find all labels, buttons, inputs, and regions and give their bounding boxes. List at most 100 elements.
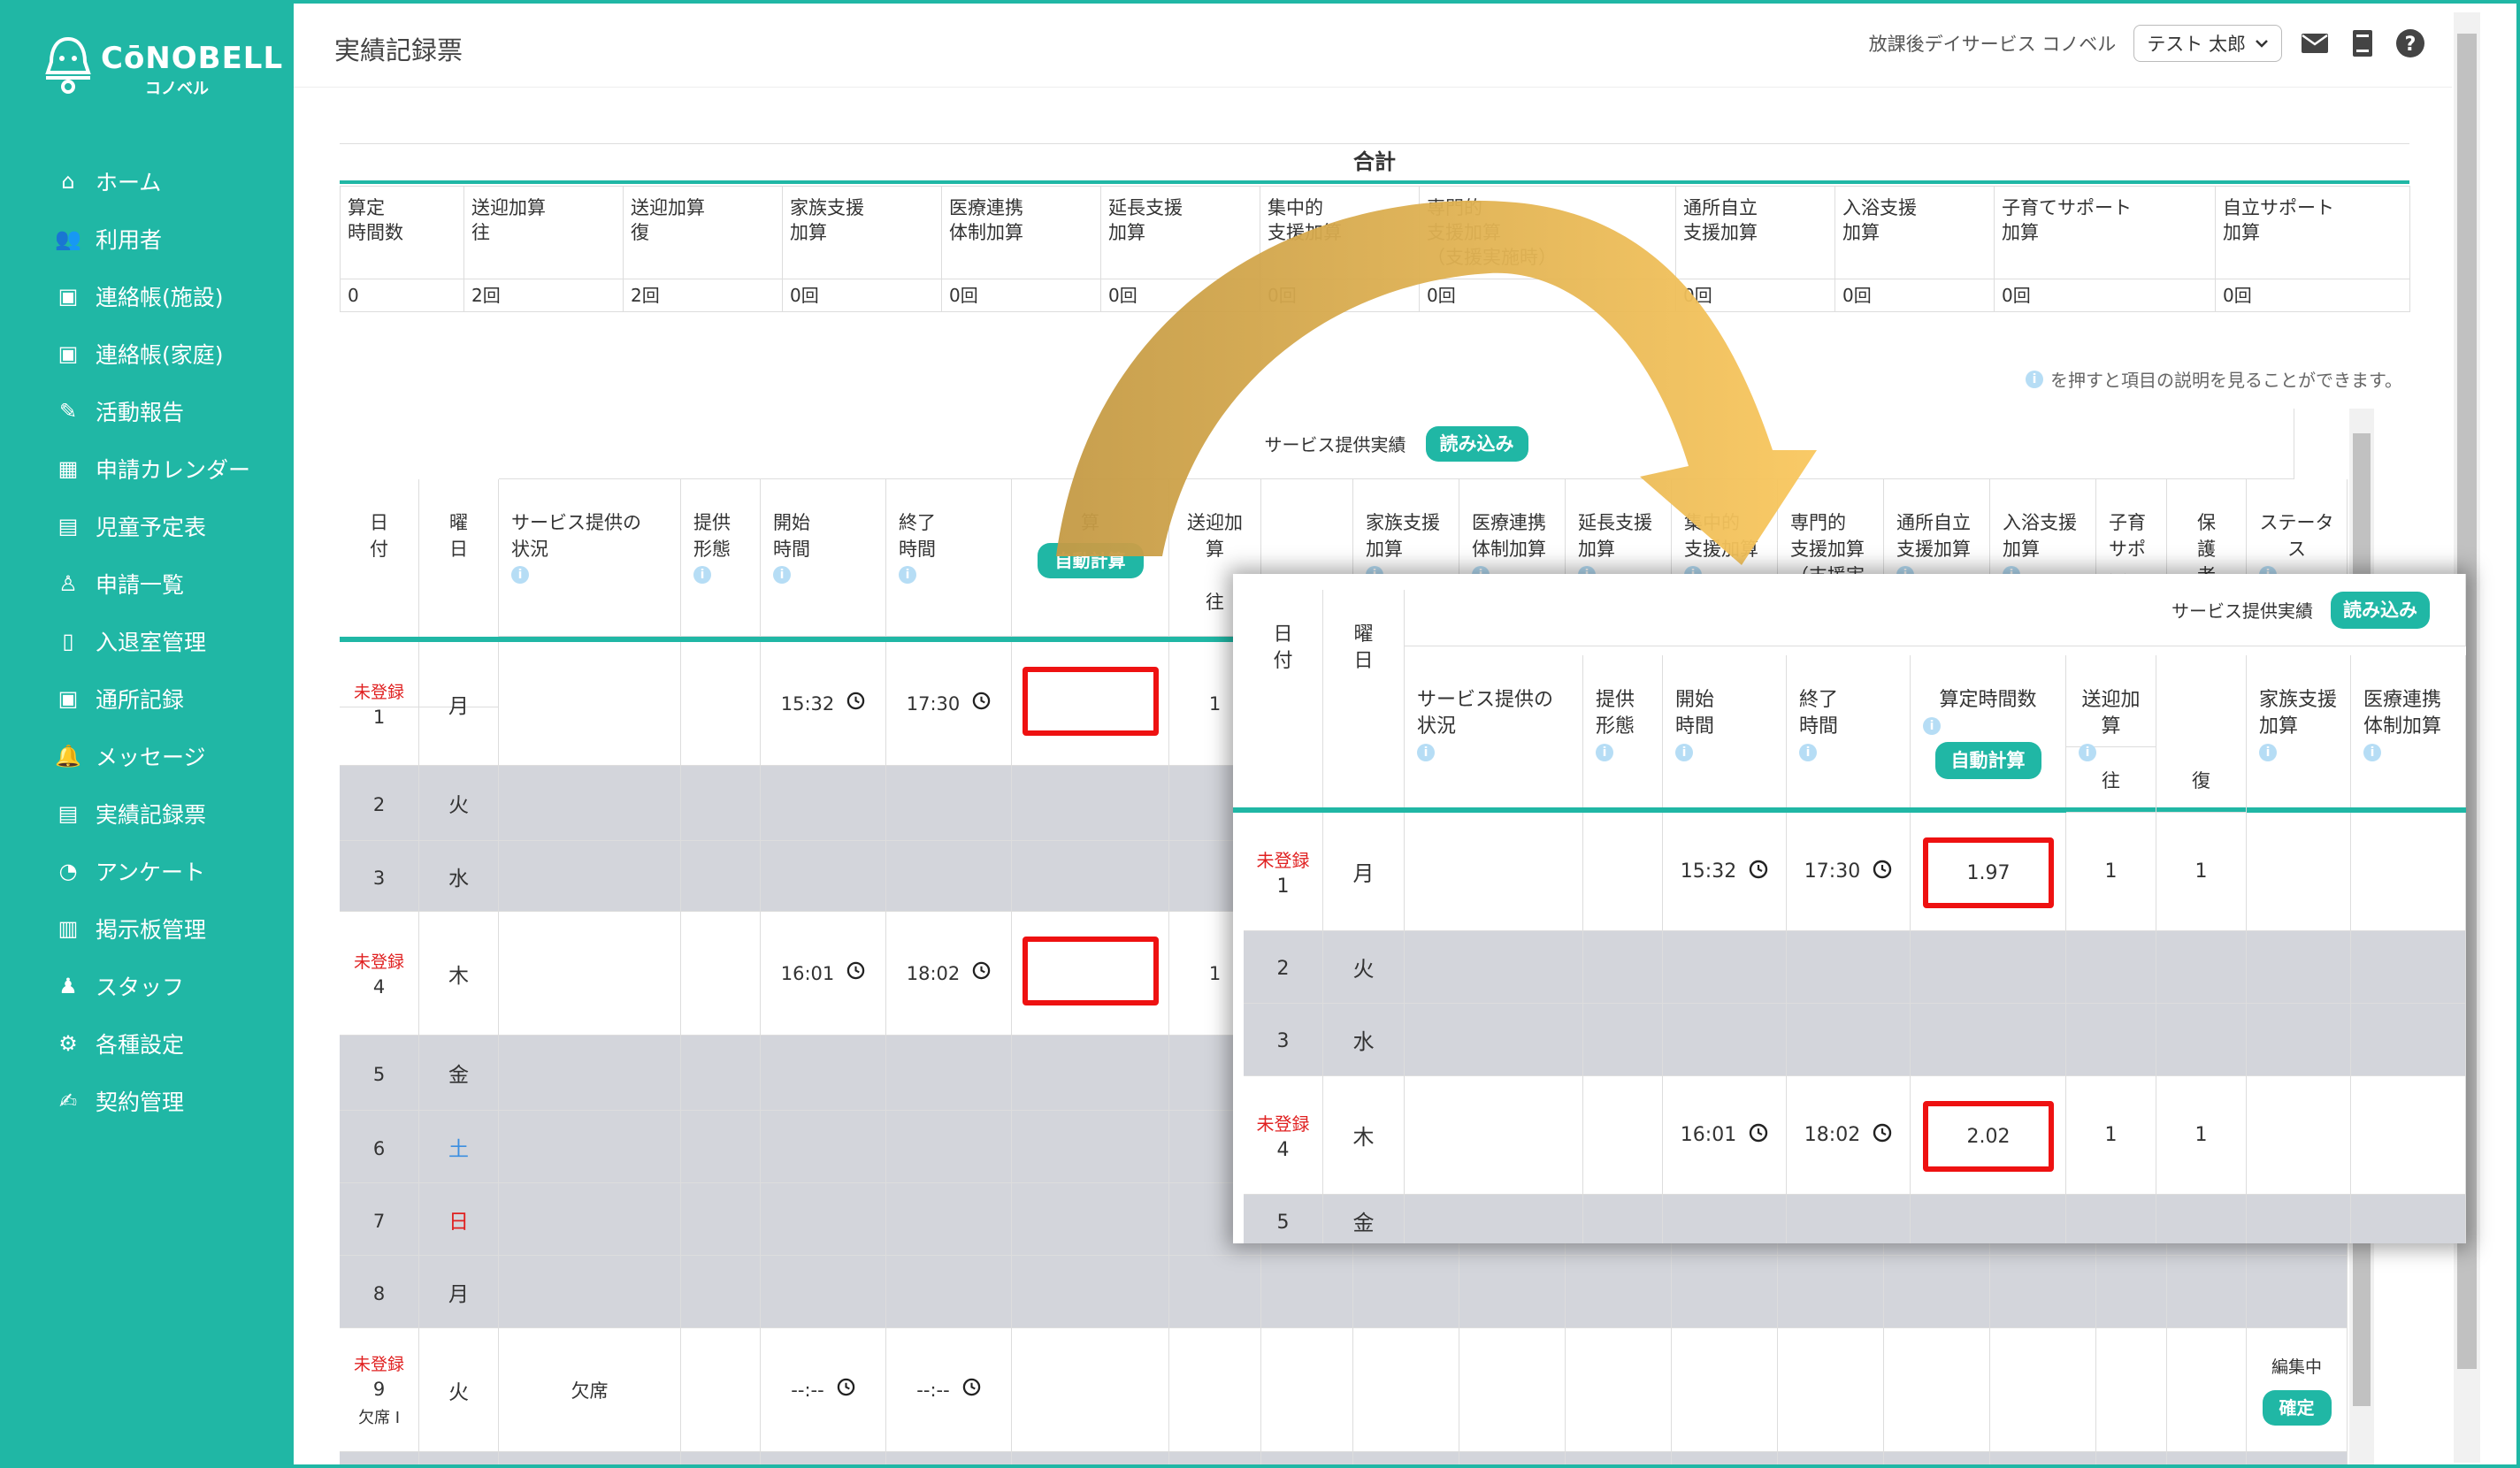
row-cell-start[interactable] bbox=[761, 1183, 886, 1256]
row-cell-end[interactable]: --:-- bbox=[886, 1328, 1012, 1452]
auto-calc-button[interactable]: 自動計算 bbox=[1934, 742, 2041, 779]
row-cell-calc[interactable] bbox=[1911, 931, 2066, 1004]
info-icon[interactable]: i bbox=[2363, 744, 2381, 761]
row-cell-start[interactable]: --:-- bbox=[761, 1328, 886, 1452]
confirm-button[interactable]: 確定 bbox=[2262, 1390, 2332, 1426]
row-cell-start[interactable] bbox=[1663, 1004, 1787, 1076]
row-cell-start[interactable]: 15:32 bbox=[1663, 813, 1787, 931]
load-button[interactable]: 読み込み bbox=[2331, 591, 2430, 629]
row-cell-calc[interactable] bbox=[1012, 1328, 1169, 1452]
sidebar-item[interactable]: ⚙ 各種設定 bbox=[55, 1014, 250, 1072]
info-icon[interactable]: i bbox=[1675, 744, 1693, 761]
row-cell-bath bbox=[1990, 1328, 2096, 1452]
row-cell-start[interactable] bbox=[761, 1036, 886, 1111]
sidebar-item[interactable]: 👥 利用者 bbox=[55, 210, 250, 267]
clock-icon[interactable] bbox=[962, 1378, 981, 1402]
row-cell-date: 3 bbox=[340, 841, 419, 912]
sidebar-item[interactable]: ▤ 実績記録票 bbox=[55, 784, 250, 842]
info-icon[interactable]: i bbox=[1596, 744, 1613, 761]
info-icon[interactable]: i bbox=[1799, 744, 1817, 761]
mail-icon[interactable] bbox=[2300, 28, 2330, 58]
sidebar-item[interactable]: ◔ アンケート bbox=[55, 842, 250, 899]
row-cell-end[interactable] bbox=[1787, 1195, 1911, 1243]
row-cell-end[interactable]: 18:02 bbox=[886, 912, 1012, 1036]
row-cell-calc[interactable] bbox=[1012, 841, 1169, 912]
row-cell-end[interactable] bbox=[886, 1036, 1012, 1111]
calc-hours-input[interactable]: 2.02 bbox=[1923, 1101, 2054, 1172]
clock-icon[interactable] bbox=[846, 961, 865, 985]
clock-icon[interactable] bbox=[1873, 860, 1892, 884]
calc-hours-input[interactable] bbox=[1023, 667, 1159, 736]
info-icon[interactable]: i bbox=[511, 566, 529, 584]
row-cell-start[interactable]: 15:32 bbox=[761, 642, 886, 766]
sidebar-item[interactable]: ▤ 児童予定表 bbox=[55, 497, 250, 554]
user-select[interactable]: テスト 太郎 bbox=[2133, 25, 2282, 62]
info-icon[interactable]: i bbox=[2259, 744, 2277, 761]
sidebar-item[interactable]: ▥ 掲示板管理 bbox=[55, 899, 250, 957]
row-cell-end[interactable] bbox=[886, 1452, 1012, 1464]
row-cell-start[interactable] bbox=[761, 1111, 886, 1183]
row-cell-status bbox=[2247, 1452, 2348, 1464]
row-cell-calc[interactable] bbox=[1012, 766, 1169, 841]
row-cell-end[interactable]: 17:30 bbox=[886, 642, 1012, 766]
sidebar-item[interactable]: ♙ 申請一覧 bbox=[55, 554, 250, 612]
sidebar-item[interactable]: ⌂ ホーム bbox=[55, 152, 250, 210]
row-cell-from bbox=[1261, 1452, 1353, 1464]
row-cell-service bbox=[1405, 813, 1583, 931]
logo[interactable]: CōNOBELL コノベル bbox=[42, 35, 282, 98]
clock-icon[interactable] bbox=[972, 961, 991, 985]
clock-icon[interactable] bbox=[1749, 860, 1768, 884]
sidebar-item[interactable]: ▯ 入退室管理 bbox=[55, 612, 250, 669]
calc-hours-input[interactable]: 1.97 bbox=[1923, 837, 2054, 908]
calc-hours-input[interactable] bbox=[1023, 937, 1159, 1005]
row-cell-end[interactable]: 17:30 bbox=[1787, 813, 1911, 931]
row-cell-start[interactable]: 16:01 bbox=[761, 912, 886, 1036]
row-cell-start[interactable] bbox=[761, 1452, 886, 1464]
row-cell-end[interactable] bbox=[886, 1111, 1012, 1183]
row-cell-calc[interactable] bbox=[1012, 1183, 1169, 1256]
row-cell-start[interactable]: 16:01 bbox=[1663, 1076, 1787, 1195]
row-cell-end[interactable] bbox=[886, 1256, 1012, 1328]
row-cell-end[interactable] bbox=[886, 766, 1012, 841]
row-cell-start[interactable] bbox=[761, 1256, 886, 1328]
row-cell-calc[interactable] bbox=[1012, 1111, 1169, 1183]
column-header-label: 医療連携 体制加算 bbox=[2363, 689, 2442, 738]
sidebar-item[interactable]: ▣ 連絡帳(家庭) bbox=[55, 325, 250, 382]
row-cell-bath bbox=[1990, 1256, 2096, 1328]
clock-icon[interactable] bbox=[972, 692, 991, 715]
clock-icon[interactable] bbox=[1749, 1123, 1768, 1148]
row-cell-calc[interactable] bbox=[1911, 1195, 2066, 1243]
row-cell-calc[interactable] bbox=[1012, 1256, 1169, 1328]
sidebar-item[interactable]: 🔔 メッセージ bbox=[55, 727, 250, 784]
row-cell-end[interactable] bbox=[886, 1183, 1012, 1256]
row-cell-calc[interactable] bbox=[1012, 1036, 1169, 1111]
row-cell-calc[interactable] bbox=[1911, 1004, 2066, 1076]
info-icon[interactable]: i bbox=[899, 566, 916, 584]
info-icon[interactable]: i bbox=[1923, 717, 1941, 735]
row-cell-end[interactable] bbox=[886, 841, 1012, 912]
sidebar-item[interactable]: ♟ スタッフ bbox=[55, 957, 250, 1014]
row-cell-start[interactable] bbox=[761, 766, 886, 841]
info-icon[interactable]: i bbox=[1417, 744, 1435, 761]
sidebar-item[interactable]: ▣ 連絡帳(施設) bbox=[55, 267, 250, 325]
row-cell-end[interactable]: 18:02 bbox=[1787, 1076, 1911, 1195]
info-icon[interactable]: i bbox=[693, 566, 711, 584]
book-icon[interactable] bbox=[2348, 28, 2378, 58]
row-cell-start[interactable] bbox=[1663, 1195, 1787, 1243]
sidebar-item[interactable]: ✍ 契約管理 bbox=[55, 1072, 250, 1129]
row-cell-start[interactable] bbox=[1663, 931, 1787, 1004]
row-cell-end[interactable] bbox=[1787, 1004, 1911, 1076]
row-cell-start[interactable] bbox=[761, 841, 886, 912]
sidebar-item[interactable]: ▣ 通所記録 bbox=[55, 669, 250, 727]
bell-icon: 🔔 bbox=[55, 743, 81, 768]
sidebar-item[interactable]: ▦ 申請カレンダー bbox=[55, 440, 250, 497]
clock-icon[interactable] bbox=[1873, 1123, 1892, 1148]
help-icon[interactable]: ? bbox=[2395, 28, 2425, 58]
clock-icon[interactable] bbox=[846, 692, 865, 715]
sidebar-item[interactable]: ✎ 活動報告 bbox=[55, 382, 250, 440]
clock-icon[interactable] bbox=[837, 1378, 855, 1402]
row-cell-calc[interactable] bbox=[1012, 1452, 1169, 1464]
svg-text:?: ? bbox=[2405, 34, 2417, 56]
row-cell-end[interactable] bbox=[1787, 931, 1911, 1004]
info-icon[interactable]: i bbox=[773, 566, 791, 584]
